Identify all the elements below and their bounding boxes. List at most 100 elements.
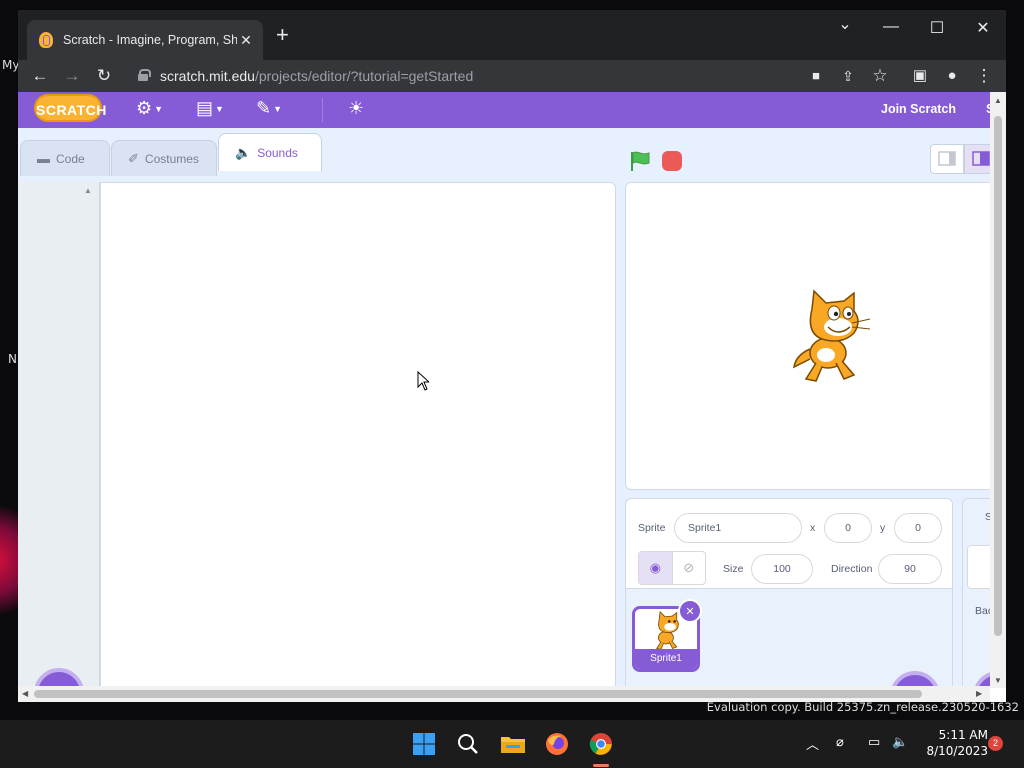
- tab-list-icon[interactable]: ⌄: [822, 14, 868, 34]
- evaluation-watermark: Evaluation copy. Build 25375.zn_release.…: [706, 700, 1019, 714]
- minimize-button[interactable]: —: [868, 18, 914, 36]
- browser-window: Scratch - Imagine, Program, Shar ✕ + ⌄ —…: [18, 10, 1006, 702]
- display-icon[interactable]: ▭: [868, 734, 880, 750]
- scroll-up-icon[interactable]: ▲: [994, 96, 1002, 105]
- code-icon: ▬: [37, 151, 50, 166]
- tab-sounds-label: Sounds: [257, 145, 298, 160]
- close-window-button[interactable]: ✕: [960, 18, 1006, 38]
- sound-editor-area[interactable]: [100, 182, 616, 698]
- desktop-label-fragment: My: [2, 58, 20, 72]
- edit-pencil-icon[interactable]: ✎ ▼: [256, 98, 282, 119]
- windows-taskbar: ︿ ⌀ ▭ 🔈 5:11 AM 8/10/2023: [0, 720, 1024, 768]
- share-icon[interactable]: ⇪: [836, 64, 860, 88]
- scratch-logo[interactable]: SCRATCH: [34, 94, 106, 122]
- brush-icon: ✐: [128, 150, 139, 166]
- chrome-logo-icon: [589, 733, 612, 755]
- url-host: scratch.mit.edu: [160, 68, 255, 84]
- folder-icon: [501, 737, 525, 753]
- windows-logo-icon: [413, 733, 435, 755]
- search-icon[interactable]: [452, 728, 484, 760]
- small-stage-icon: [938, 151, 956, 166]
- small-stage-button[interactable]: [930, 144, 964, 174]
- size-input[interactable]: 100: [751, 554, 813, 584]
- wallpaper-swirl: [0, 490, 20, 630]
- side-panel-icon[interactable]: ▣: [908, 64, 932, 88]
- scratch-editor: ▬ Code ✐ Costumes 🔈 Sounds ▲ ♫: [18, 128, 990, 698]
- volume-icon[interactable]: 🔈: [892, 734, 908, 750]
- forward-arrow-icon[interactable]: →: [60, 64, 84, 88]
- stage-canvas[interactable]: [625, 182, 990, 490]
- magnifier-icon: [458, 734, 478, 754]
- horizontal-scrollbar[interactable]: ◀ ▶: [18, 686, 990, 702]
- camera-icon[interactable]: ■: [804, 64, 828, 88]
- speaker-icon: 🔈: [235, 144, 252, 160]
- tab-costumes[interactable]: ✐ Costumes: [111, 140, 217, 176]
- network-offline-icon[interactable]: ⌀: [836, 734, 844, 750]
- scratch-favicon-icon: [39, 32, 53, 48]
- address-bar[interactable]: scratch.mit.edu/projects/editor/?tutoria…: [160, 68, 473, 84]
- tab-code[interactable]: ▬ Code: [20, 140, 110, 176]
- direction-input[interactable]: 90: [878, 554, 942, 584]
- delete-sprite-trash-icon[interactable]: ✕: [678, 599, 702, 623]
- backdrop-thumbnail[interactable]: [967, 545, 990, 589]
- vertical-scrollbar[interactable]: ▲ ▼: [990, 92, 1006, 688]
- show-hidden-icons-chevron-icon[interactable]: ︿: [806, 734, 819, 753]
- menu-divider: [322, 98, 323, 122]
- browser-tab[interactable]: Scratch - Imagine, Program, Shar ✕: [27, 20, 263, 60]
- mouse-cursor-icon: [417, 371, 429, 391]
- visibility-toggle: ◉ ⊘: [638, 551, 706, 585]
- reload-icon[interactable]: ↻: [92, 64, 116, 88]
- large-stage-button[interactable]: [964, 144, 990, 174]
- tab-sounds[interactable]: 🔈 Sounds: [218, 133, 322, 171]
- y-label: y: [880, 522, 886, 534]
- browser-titlebar: Scratch - Imagine, Program, Shar ✕ + ⌄ —…: [18, 10, 1006, 60]
- horizontal-scroll-thumb[interactable]: [34, 690, 922, 698]
- profile-icon[interactable]: ●: [940, 64, 964, 88]
- maximize-button[interactable]: ☐: [914, 18, 960, 38]
- tab-title: Scratch - Imagine, Program, Shar: [63, 33, 237, 47]
- scratch-cat-sprite[interactable]: [788, 289, 878, 385]
- tab-costumes-label: Costumes: [144, 151, 199, 166]
- bookmark-star-icon[interactable]: ☆: [868, 64, 892, 88]
- sprite-thumbnail-name: Sprite1: [635, 649, 697, 669]
- settings-gear-icon[interactable]: ⚙ ▼: [136, 98, 163, 119]
- back-arrow-icon[interactable]: ←: [28, 64, 52, 88]
- firefox-icon[interactable]: [541, 728, 573, 760]
- clock-date: 8/10/2023: [926, 744, 988, 758]
- green-flag-icon[interactable]: [629, 150, 651, 172]
- y-position-input[interactable]: 0: [894, 513, 942, 543]
- scroll-right-icon[interactable]: ▶: [976, 689, 982, 698]
- start-windows-icon[interactable]: [408, 728, 440, 760]
- active-app-indicator: [593, 764, 609, 767]
- scroll-down-icon[interactable]: ▼: [994, 676, 1002, 685]
- direction-label: Direction: [831, 563, 873, 575]
- desktop-label-fragment: N: [8, 352, 17, 366]
- clock-time: 5:11 AM: [938, 728, 988, 742]
- vertical-scroll-thumb[interactable]: [994, 116, 1002, 636]
- hide-eye-icon[interactable]: ⊘: [671, 552, 706, 584]
- large-stage-icon: [972, 151, 990, 166]
- x-position-input[interactable]: 0: [824, 513, 872, 543]
- sound-list-panel[interactable]: ▲: [18, 182, 100, 698]
- browser-toolbar: ← → ↻ scratch.mit.edu/projects/editor/?t…: [18, 60, 1006, 92]
- new-tab-button[interactable]: +: [276, 24, 289, 46]
- join-scratch-link[interactable]: Join Scratch: [881, 102, 956, 116]
- browser-menu-icon[interactable]: ⋮: [972, 64, 996, 88]
- lock-icon[interactable]: [138, 69, 151, 81]
- notification-badge[interactable]: 2: [988, 736, 1003, 751]
- tutorials-lightbulb-icon[interactable]: ☀: [348, 98, 364, 119]
- scroll-up-arrow-icon[interactable]: ▲: [84, 186, 92, 195]
- backdrop-pane: S Bac: [962, 498, 990, 698]
- stop-sign-icon[interactable]: [662, 151, 682, 171]
- sprite-name-input[interactable]: Sprite1: [674, 513, 802, 543]
- tab-close-icon[interactable]: ✕: [237, 32, 255, 49]
- file-explorer-icon[interactable]: [497, 728, 529, 760]
- url-path: /projects/editor/?tutorial=getStarted: [254, 68, 474, 84]
- scroll-left-icon[interactable]: ◀: [22, 689, 28, 698]
- chrome-icon[interactable]: [585, 728, 617, 760]
- file-menu-icon[interactable]: ▤ ▼: [196, 98, 224, 119]
- system-clock[interactable]: 5:11 AM 8/10/2023: [918, 727, 988, 759]
- show-eye-icon[interactable]: ◉: [639, 552, 672, 584]
- x-label: x: [810, 522, 816, 534]
- backdrops-label: Bac: [975, 605, 990, 617]
